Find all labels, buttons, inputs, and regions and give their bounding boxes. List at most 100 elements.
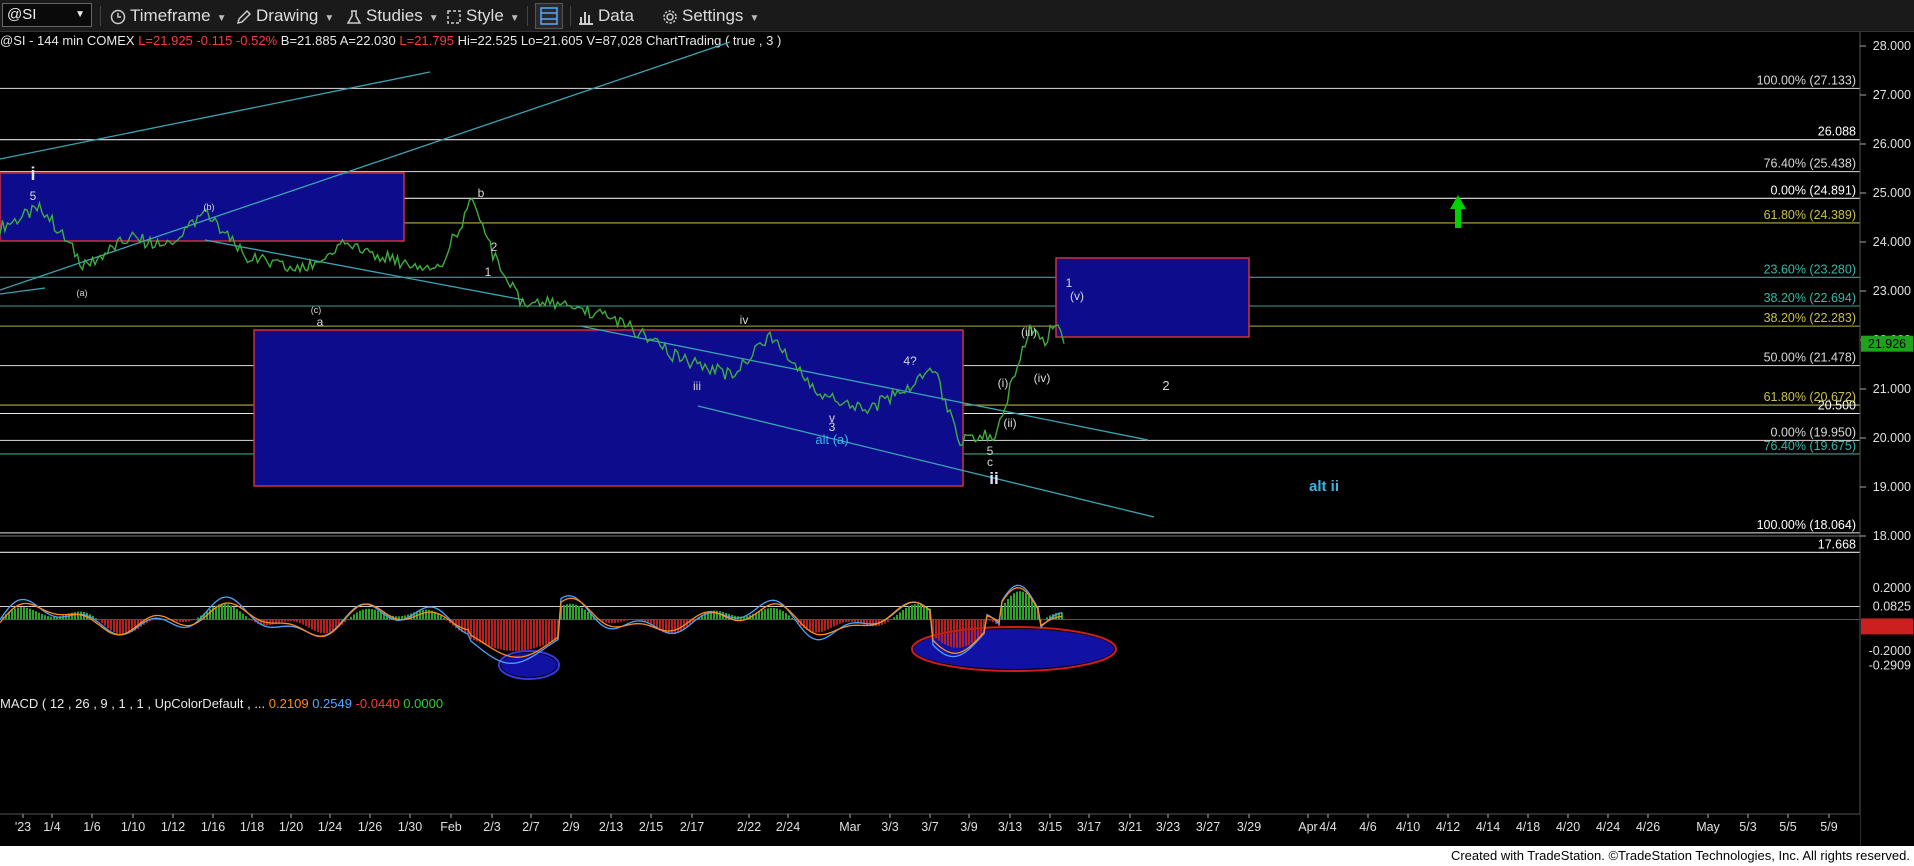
- wave-label: (b): [204, 202, 215, 212]
- timeframe-label: Timeframe: [130, 6, 211, 25]
- time-tick-label: 3/7: [921, 820, 938, 834]
- level-label: 100.00% (27.133): [1757, 73, 1856, 87]
- data-button[interactable]: Data: [578, 4, 634, 28]
- time-tick-label: 3/13: [998, 820, 1022, 834]
- time-tick-label: 3/15: [1038, 820, 1062, 834]
- style-label: Style: [466, 6, 504, 25]
- symbol-input[interactable]: @SI ▼: [2, 3, 92, 27]
- macd-diff: -0.0440: [355, 696, 400, 711]
- chevron-down-icon: ▼: [428, 13, 439, 24]
- time-tick-label: 3/23: [1156, 820, 1180, 834]
- wave-label: (iii): [1021, 325, 1037, 339]
- flask-icon: [346, 9, 362, 24]
- price-axis: 28.00027.00026.00025.00024.00023.00022.0…: [1859, 32, 1914, 846]
- level-label: 20.500: [1818, 399, 1856, 413]
- time-tick-label: May: [1696, 820, 1720, 834]
- wave-label: 1: [1066, 276, 1073, 290]
- wave-label: (iv): [1034, 371, 1051, 385]
- level-label: 38.20% (22.694): [1764, 291, 1856, 305]
- time-tick-label: 2/13: [599, 820, 623, 834]
- time-tick-label: 4/10: [1396, 820, 1420, 834]
- time-tick-label: 3/9: [960, 820, 977, 834]
- macd-tick-label: -0.2000: [1869, 644, 1911, 658]
- macd-tick-label: 0.0825: [1873, 600, 1911, 614]
- macd-tick-label: 0.2000: [1873, 581, 1911, 595]
- level-label: 0.00% (24.891): [1771, 183, 1856, 197]
- studies-button[interactable]: Studies ▼: [346, 4, 439, 28]
- time-tick-label: 4/26: [1636, 820, 1660, 834]
- time-tick-label: 1/30: [398, 820, 422, 834]
- time-tick-label: 4/14: [1476, 820, 1500, 834]
- price-tick-label: 26.000: [1873, 137, 1911, 151]
- trend-line-long[interactable]: [0, 41, 731, 291]
- last-price-label: 21.926: [1868, 337, 1906, 351]
- macd-label: MACD ( 12 , 26 , 9 , 1 , 1 , UpColorDefa…: [0, 696, 266, 711]
- wave-label: 2: [1162, 378, 1169, 393]
- level-label: 26.088: [1818, 125, 1856, 139]
- studies-label: Studies: [366, 6, 423, 25]
- level-label: 38.20% (22.283): [1764, 311, 1856, 325]
- time-tick-label: 1/16: [201, 820, 225, 834]
- wave-label: alt ii: [1309, 478, 1339, 495]
- macd-signal: 0.2549: [312, 696, 352, 711]
- zone-box-target[interactable]: [1055, 257, 1250, 338]
- time-tick-label: 2/22: [737, 820, 761, 834]
- wave-label: c: [987, 455, 993, 469]
- bar-chart-icon: [579, 11, 593, 25]
- wave-label: b: [478, 186, 485, 200]
- level-label: 50.00% (21.478): [1764, 351, 1856, 365]
- time-tick-label: 1/26: [358, 820, 382, 834]
- macd-value: 0.2109: [268, 696, 309, 711]
- macd-status-line: MACD ( 12 , 26 , 9 , 1 , 1 , UpColorDefa…: [0, 696, 443, 711]
- time-tick-label: 3/29: [1237, 820, 1261, 834]
- chevron-down-icon: ▼: [216, 13, 227, 24]
- settings-button[interactable]: Settings ▼: [662, 4, 759, 28]
- level-label: 61.80% (24.389): [1764, 208, 1856, 222]
- time-tick-label: 4/6: [1359, 820, 1376, 834]
- time-tick-label: 4/18: [1516, 820, 1540, 834]
- price-tick-label: 19.000: [1873, 480, 1911, 494]
- wave-label: (ii): [1003, 416, 1016, 430]
- layout-toggle-button[interactable]: [535, 3, 563, 29]
- time-tick-label: 1/12: [161, 820, 185, 834]
- wave-label: 2: [491, 240, 498, 254]
- chevron-down-icon: ▼: [75, 9, 85, 20]
- time-tick-label: 1/18: [240, 820, 264, 834]
- trend-line-stub[interactable]: [0, 287, 46, 295]
- time-tick-label: 2/9: [562, 820, 579, 834]
- price-tick-label: 18.000: [1873, 529, 1911, 543]
- price-tick-label: 20.000: [1873, 431, 1911, 445]
- wave-label: alt (a): [815, 432, 848, 447]
- settings-label: Settings: [682, 6, 744, 25]
- toolbar: @SI ▼ Timeframe ▼ Drawing ▼ Studies ▼ Style ▼…: [0, 0, 1914, 32]
- wave-label: a: [317, 315, 324, 329]
- macd-zero: 0.0000: [403, 696, 444, 711]
- timeframe-button[interactable]: Timeframe ▼: [110, 4, 227, 28]
- symbol-value: @SI: [7, 6, 37, 23]
- wave-label: (v): [1070, 289, 1084, 303]
- wave-label: iv: [740, 313, 749, 327]
- time-tick-label: 3/21: [1118, 820, 1142, 834]
- toolbar-divider: [100, 6, 101, 26]
- time-axis: '23 1/4 1/6 1/10 1/12 1/16 1/18 1/20 1/24 1/26 1/3…: [0, 813, 1860, 846]
- toolbar-divider: [570, 6, 571, 26]
- wave-label: 4?: [903, 354, 917, 368]
- time-tick-label: 3/17: [1077, 820, 1101, 834]
- time-tick-label: 4/24: [1596, 820, 1620, 834]
- zone-box-correction[interactable]: [253, 329, 964, 487]
- level-label: 76.40% (25.438): [1764, 157, 1856, 171]
- macd-panel[interactable]: [0, 584, 1860, 680]
- level-label: 0.00% (19.950): [1771, 425, 1856, 439]
- time-tick-label: 5/3: [1739, 820, 1756, 834]
- trend-line-upper[interactable]: [0, 71, 431, 160]
- style-button[interactable]: Style ▼: [446, 4, 520, 28]
- drawing-button[interactable]: Drawing ▼: [236, 4, 334, 28]
- time-tick-label: 2/24: [776, 820, 800, 834]
- price-tick-label: 24.000: [1873, 235, 1911, 249]
- time-tick-label: 1/4: [43, 820, 60, 834]
- price-chart[interactable]: 100.00% (27.133) 26.088 76.40% (25.438) 0.0…: [0, 32, 1914, 846]
- time-tick-label: 4/12: [1436, 820, 1460, 834]
- level-label: 100.00% (18.064): [1757, 518, 1856, 532]
- time-tick-label: 2/7: [522, 820, 539, 834]
- level-label: 76.40% (19.675): [1764, 439, 1856, 453]
